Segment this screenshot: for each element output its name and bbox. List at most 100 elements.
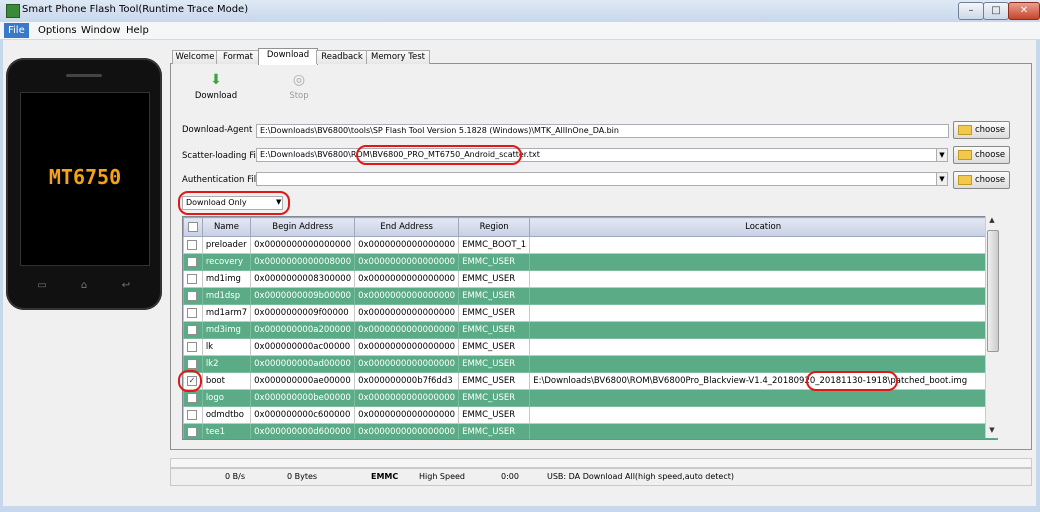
cell-end-address: 0x0000000000000000 xyxy=(354,287,460,305)
tab-format[interactable]: Format xyxy=(216,50,260,64)
auth-file-field[interactable] xyxy=(256,172,939,186)
row-checkbox[interactable] xyxy=(187,290,197,301)
tab-welcome[interactable]: Welcome xyxy=(172,50,218,64)
row-checkbox-cell[interactable] xyxy=(183,389,203,407)
table-row[interactable]: md1arm7 0x0000000009f00000 0x0000000000000… xyxy=(183,304,997,322)
row-checkbox-cell[interactable] xyxy=(183,423,203,439)
cell-end-address: 0x0000000000000000 xyxy=(354,253,460,271)
tab-readback[interactable]: Readback xyxy=(316,50,368,64)
partition-table: Name Begin Address End Address Region Lo… xyxy=(182,216,998,440)
cell-location xyxy=(529,270,997,288)
scroll-down-arrow-icon[interactable]: ▼ xyxy=(986,426,998,438)
cell-begin-address: 0x0000000009f00000 xyxy=(250,304,356,322)
row-checkbox-cell[interactable] xyxy=(183,406,203,424)
auth-choose-button[interactable]: choose xyxy=(953,171,1010,189)
download-arrow-icon: ⬇ xyxy=(210,72,222,88)
row-checkbox[interactable] xyxy=(187,307,197,318)
cell-begin-address: 0x000000000be00000 xyxy=(250,389,356,407)
table-row[interactable]: odmdtbo 0x000000000c600000 0x0000000000000… xyxy=(183,406,997,424)
auth-dropdown-arrow-icon[interactable]: ▼ xyxy=(936,172,948,186)
row-checkbox[interactable] xyxy=(187,426,197,437)
table-row[interactable]: md1img 0x0000000008300000 0x00000000000000… xyxy=(183,270,997,288)
cell-begin-address: 0x0000000008300000 xyxy=(250,270,356,288)
menu-window[interactable]: Window xyxy=(77,23,124,38)
scroll-up-arrow-icon[interactable]: ▲ xyxy=(986,216,998,228)
table-row[interactable]: preloader 0x0000000000000000 0x00000000000… xyxy=(183,236,997,254)
row-checkbox-cell[interactable] xyxy=(183,287,203,305)
cell-region: EMMC_USER xyxy=(458,372,531,390)
row-checkbox[interactable] xyxy=(187,324,197,335)
status-usb: USB: DA Download All(high speed,auto det… xyxy=(547,472,734,481)
close-button[interactable]: ✕ xyxy=(1008,2,1040,20)
choose-label: choose xyxy=(975,175,1006,185)
cell-region: EMMC_USER xyxy=(458,270,531,288)
tab-download[interactable]: Download xyxy=(258,48,318,65)
folder-icon xyxy=(958,149,972,160)
cell-location xyxy=(529,287,997,305)
cell-name: md1arm7 xyxy=(201,304,252,322)
cell-name: boot xyxy=(201,372,252,390)
table-scrollbar[interactable]: ▲ ▼ xyxy=(985,216,999,438)
row-checkbox[interactable] xyxy=(187,392,197,403)
cell-begin-address: 0x0000000000000000 xyxy=(250,236,356,254)
scatter-choose-button[interactable]: choose xyxy=(953,146,1010,164)
boot-checkbox-highlight xyxy=(178,370,202,392)
window-border-bottom xyxy=(0,506,1040,512)
row-checkbox[interactable] xyxy=(187,256,197,267)
select-all-checkbox[interactable] xyxy=(187,221,198,232)
window-title: Smart Phone Flash Tool(Runtime Trace Mod… xyxy=(22,4,249,15)
stop-button[interactable]: ◎ Stop xyxy=(269,72,329,101)
cell-end-address: 0x0000000000000000 xyxy=(354,321,460,339)
cell-end-address: 0x0000000000000000 xyxy=(354,270,460,288)
table-row[interactable]: md1dsp 0x0000000009b00000 0x00000000000000… xyxy=(183,287,997,305)
maximize-button[interactable]: □ xyxy=(983,2,1009,20)
download-agent-choose-button[interactable]: choose xyxy=(953,121,1010,139)
table-row[interactable]: lk2 0x000000000ad00000 0x0000000000000000 E… xyxy=(183,355,997,373)
select-all-header[interactable] xyxy=(183,217,203,237)
menu-file[interactable]: File xyxy=(4,23,29,38)
table-row[interactable]: tee1 0x000000000d600000 0x0000000000000000… xyxy=(183,423,997,439)
row-checkbox-cell[interactable] xyxy=(183,253,203,271)
download-button[interactable]: ⬇ Download xyxy=(186,72,246,101)
cell-location xyxy=(529,236,997,254)
cell-begin-address: 0x000000000a200000 xyxy=(250,321,356,339)
table-row[interactable]: md3img 0x000000000a200000 0x00000000000000… xyxy=(183,321,997,339)
cell-location xyxy=(529,423,997,439)
cell-location xyxy=(529,304,997,322)
row-checkbox[interactable] xyxy=(187,273,197,284)
row-checkbox-cell[interactable] xyxy=(183,338,203,356)
stop-icon: ◎ xyxy=(292,72,306,88)
cell-location xyxy=(529,355,997,373)
minimize-button[interactable]: – xyxy=(958,2,984,20)
status-speed: 0 B/s xyxy=(225,472,245,481)
table-row[interactable]: lk 0x000000000ac00000 0x0000000000000000 EM… xyxy=(183,338,997,356)
menu-options[interactable]: Options xyxy=(34,23,81,38)
scroll-thumb[interactable] xyxy=(987,230,999,352)
row-checkbox-cell[interactable] xyxy=(183,304,203,322)
cell-name: logo xyxy=(201,389,252,407)
table-row[interactable]: logo 0x000000000be00000 0x0000000000000000… xyxy=(183,389,997,407)
cell-end-address: 0x0000000000000000 xyxy=(354,355,460,373)
cell-location: E:\Downloads\BV6800\ROM\BV6800Pro_Blackv… xyxy=(529,372,997,390)
cell-begin-address: 0x000000000ad00000 xyxy=(250,355,356,373)
row-checkbox-cell[interactable] xyxy=(183,321,203,339)
download-label: Download xyxy=(194,91,238,101)
table-row[interactable]: recovery 0x0000000000008000 0x000000000000… xyxy=(183,253,997,271)
cell-name: md1img xyxy=(201,270,252,288)
row-checkbox[interactable] xyxy=(187,239,197,250)
phone-image: MT6750 ▭ ⌂ ↩ xyxy=(6,58,162,310)
row-checkbox[interactable] xyxy=(187,409,197,420)
row-checkbox[interactable] xyxy=(187,341,197,352)
col-end-address: End Address xyxy=(354,217,460,237)
row-checkbox[interactable] xyxy=(187,358,197,369)
row-checkbox-cell[interactable] xyxy=(183,236,203,254)
mode-highlight xyxy=(178,191,290,215)
menu-help[interactable]: Help xyxy=(122,23,153,38)
row-checkbox-cell[interactable] xyxy=(183,270,203,288)
cell-region: EMMC_USER xyxy=(458,423,531,439)
download-agent-field[interactable]: E:\Downloads\BV6800\tools\SP Flash Tool … xyxy=(256,124,949,138)
stop-label: Stop xyxy=(289,91,309,101)
cell-begin-address: 0x000000000ae00000 xyxy=(250,372,356,390)
tab-memory-test[interactable]: Memory Test xyxy=(366,50,430,64)
scatter-dropdown-arrow-icon[interactable]: ▼ xyxy=(936,148,948,162)
